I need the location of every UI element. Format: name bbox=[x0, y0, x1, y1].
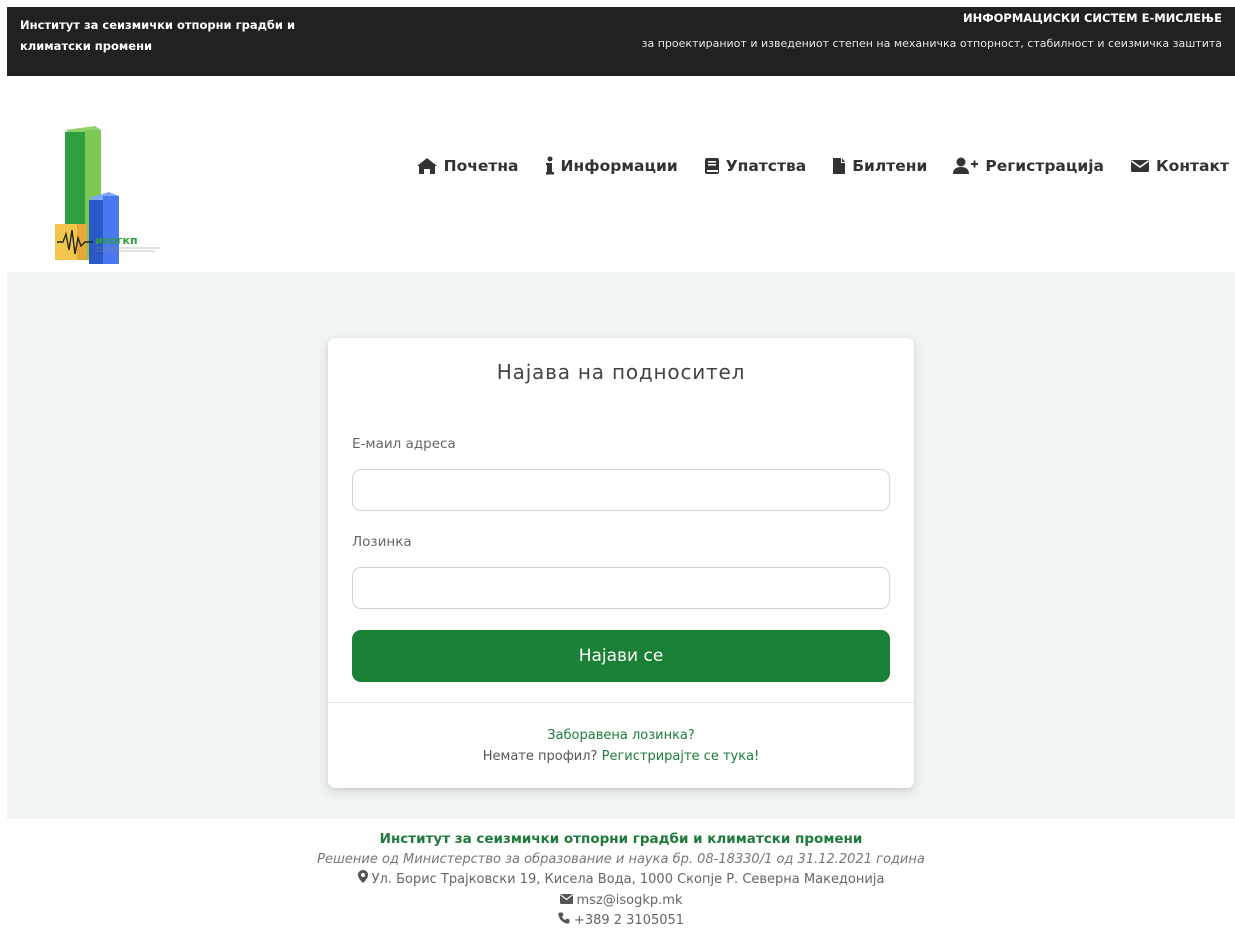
login-button[interactable]: Најави се bbox=[352, 630, 890, 682]
login-links: Заборавена лозинка? Немате профил? Регис… bbox=[328, 725, 914, 767]
footer-phone-line: +389 2 3105051 bbox=[7, 911, 1235, 928]
logo-graphic: исогкп bbox=[55, 126, 160, 264]
footer-email-line: msz@isogkp.mk bbox=[7, 891, 1235, 912]
footer-decision: Решение од Министерство за образование и… bbox=[317, 851, 925, 867]
nav-item-bulletins[interactable]: Билтени bbox=[832, 157, 927, 175]
nav-label-bulletins: Билтени bbox=[852, 157, 928, 175]
envelope-icon bbox=[559, 891, 573, 912]
footer-address: Ул. Борис Трајковски 19, Кисела Вода, 10… bbox=[371, 872, 885, 887]
nav-item-info[interactable]: Информации bbox=[545, 156, 678, 176]
email-field[interactable] bbox=[352, 469, 890, 511]
home-icon bbox=[416, 157, 438, 175]
svg-text:исогкп: исогкп bbox=[95, 234, 138, 247]
phone-icon bbox=[558, 911, 570, 928]
file-icon bbox=[832, 157, 846, 175]
institute-name-line1: Институт за сеизмички отпорни градби и bbox=[20, 18, 296, 32]
system-title: ИНФОРМАЦИСКИ СИСТЕМ Е-МИСЛЕЊЕ bbox=[962, 11, 1222, 25]
footer-email[interactable]: msz@isogkp.mk bbox=[577, 891, 683, 912]
footer: Институт за сеизмички отпорни градби и к… bbox=[7, 819, 1235, 928]
top-bar: Институт за сеизмички отпорни градби и к… bbox=[7, 7, 1235, 76]
password-label: Лозинка bbox=[352, 534, 412, 550]
main-nav: Почетна Информации Упатства Билтени Реги… bbox=[416, 156, 1229, 176]
nav-item-contact[interactable]: Контакт bbox=[1130, 157, 1229, 175]
main-section: Најава на подносител Е-маил адреса Лозин… bbox=[7, 272, 1235, 819]
card-divider bbox=[328, 702, 914, 703]
map-marker-icon bbox=[357, 870, 368, 891]
nav-item-manuals[interactable]: Упатства bbox=[704, 157, 807, 175]
email-label: Е-маил адреса bbox=[352, 436, 456, 452]
nav-label-contact: Контакт bbox=[1156, 157, 1229, 175]
nav-item-register[interactable]: Регистрација bbox=[953, 157, 1104, 175]
register-link[interactable]: Регистрирајте се тука! bbox=[602, 749, 760, 764]
login-card: Најава на подносител Е-маил адреса Лозин… bbox=[328, 338, 914, 788]
no-profile-text: Немате профил? bbox=[482, 749, 598, 764]
book-icon bbox=[704, 157, 720, 175]
footer-title: Институт за сеизмички отпорни градби и к… bbox=[379, 831, 863, 847]
info-icon bbox=[545, 156, 555, 176]
page-frame: Институт за сеизмички отпорни градби и к… bbox=[7, 7, 1235, 928]
nav-label-register: Регистрација bbox=[985, 157, 1105, 175]
header: исогкп Почетна Информации Упатства Билте… bbox=[7, 76, 1235, 272]
footer-phone[interactable]: +389 2 3105051 bbox=[574, 911, 684, 928]
institute-name-line2: климатски промени bbox=[20, 39, 153, 53]
logo[interactable]: исогкп bbox=[45, 120, 165, 264]
nav-label-manuals: Упатства bbox=[725, 157, 807, 175]
envelope-icon bbox=[1130, 158, 1150, 174]
nav-label-home: Почетна bbox=[443, 157, 519, 175]
user-plus-icon bbox=[953, 157, 979, 175]
institute-name: Институт за сеизмички отпорни градби и к… bbox=[20, 15, 350, 57]
password-field[interactable] bbox=[352, 567, 890, 609]
footer-address-line: Ул. Борис Трајковски 19, Кисела Вода, 10… bbox=[7, 870, 1235, 891]
system-subtitle: за проектираниот и изведениот степен на … bbox=[641, 37, 1222, 50]
nav-item-home[interactable]: Почетна bbox=[416, 157, 519, 175]
forgot-password-link[interactable]: Заборавена лозинка? bbox=[547, 728, 695, 743]
nav-label-info: Информации bbox=[560, 157, 678, 175]
login-title: Најава на подносител bbox=[496, 360, 746, 384]
